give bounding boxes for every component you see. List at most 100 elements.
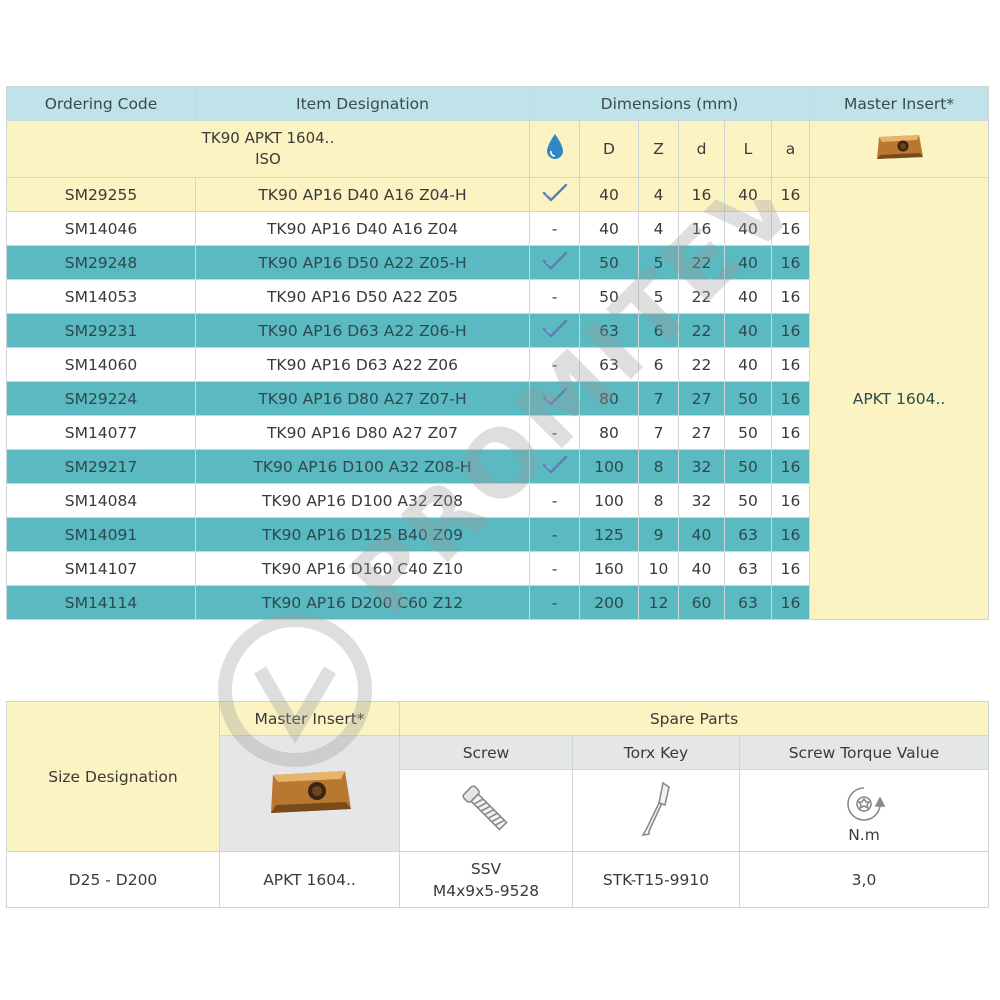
dim-D-cell: 100 — [579, 483, 639, 518]
dim-D-cell: 63 — [579, 347, 639, 382]
torque-header: Screw Torque Value — [738, 735, 990, 770]
dim-D-cell: 80 — [579, 381, 639, 416]
dim-Z-cell: 12 — [638, 585, 679, 620]
dim-a-cell: 16 — [770, 585, 811, 620]
spare-parts-table: Size Designation Master Insert* Spare Pa… — [6, 701, 990, 908]
item-designation-cell: TK90 AP16 D50 A22 Z05-H — [195, 245, 530, 280]
item-designation-cell: TK90 AP16 D40 A16 Z04 — [195, 211, 530, 246]
item-designation-cell: TK90 AP16 D63 A22 Z06-H — [195, 313, 530, 348]
dim-d-cell: 22 — [678, 313, 725, 348]
torx-key-image-cell — [572, 769, 740, 852]
dim-a-cell: 16 — [770, 517, 811, 552]
dim-a-cell: 16 — [770, 551, 811, 586]
dim-L-cell: 50 — [724, 449, 772, 484]
ordering-code-cell: SM14077 — [6, 415, 196, 450]
spare-parts-header: Spare Parts — [398, 701, 990, 736]
dim-D-cell: 100 — [579, 449, 639, 484]
table-row: SM29255 TK90 AP16 D40 A16 Z04-H 40 4 16 40 16 A… — [6, 177, 990, 620]
coolant-cell: - — [529, 551, 580, 586]
screw-image-cell — [399, 769, 573, 852]
coolant-header — [529, 120, 580, 178]
torx-key-icon — [641, 781, 670, 836]
col-L: L — [724, 120, 772, 178]
dim-Z-cell: 5 — [638, 279, 679, 314]
item-designation-cell: TK90 AP16 D100 A32 Z08 — [195, 483, 530, 518]
insert-value: APKT 1604.. — [219, 851, 400, 908]
dim-a-cell: 16 — [770, 381, 811, 416]
header-dimensions: Dimensions (mm) — [528, 86, 811, 121]
dim-L-cell: 40 — [724, 245, 772, 280]
iso-label: ISO — [255, 150, 281, 168]
dim-L-cell: 40 — [724, 211, 772, 246]
dim-D-cell: 63 — [579, 313, 639, 348]
item-designation-cell: TK90 AP16 D80 A27 Z07 — [195, 415, 530, 450]
size-designation-header: Size Designation — [6, 701, 220, 852]
ordering-code-cell: SM14053 — [6, 279, 196, 314]
ordering-code-cell: SM14046 — [6, 211, 196, 246]
dim-L-cell: 40 — [724, 313, 772, 348]
dim-Z-cell: 5 — [638, 245, 679, 280]
dim-a-cell: 16 — [770, 347, 811, 382]
dim-L-cell: 63 — [724, 517, 772, 552]
coolant-cell — [529, 245, 580, 280]
ordering-code-cell: SM14107 — [6, 551, 196, 586]
dim-a-cell: 16 — [770, 415, 811, 450]
ordering-code-cell: SM29217 — [6, 449, 196, 484]
ordering-code-cell: SM29231 — [6, 313, 196, 348]
screw-spec: M4x9x5-9528 — [432, 881, 540, 900]
dim-D-cell: 50 — [579, 279, 639, 314]
torx-key-header: Torx Key — [572, 735, 740, 770]
dim-Z-cell: 6 — [638, 347, 679, 382]
screw-type: SSV — [470, 859, 502, 878]
dim-Z-cell: 9 — [638, 517, 679, 552]
dim-Z-cell: 7 — [638, 415, 679, 450]
coolant-cell: - — [529, 279, 580, 314]
coolant-cell: - — [529, 517, 580, 552]
dim-d-cell: 60 — [678, 585, 725, 620]
coolant-cell — [529, 177, 580, 212]
dim-a-cell: 16 — [770, 245, 811, 280]
coolant-cell: - — [529, 211, 580, 246]
item-designation-cell: TK90 AP16 D40 A16 Z04-H — [195, 177, 530, 212]
dim-a-cell: 16 — [770, 483, 811, 518]
size-value: D25 - D200 — [6, 851, 220, 908]
tool-type-cell: TK90 APKT 1604.. ISO — [6, 120, 530, 178]
dim-d-cell: 22 — [678, 245, 725, 280]
torque-value: 3,0 — [738, 851, 990, 908]
dim-a-cell: 16 — [770, 211, 811, 246]
checkmark-icon — [542, 183, 567, 201]
dim-D-cell: 50 — [579, 245, 639, 280]
coolant-cell — [529, 381, 580, 416]
ordering-code-cell: SM29224 — [6, 381, 196, 416]
coolant-cell — [529, 313, 580, 348]
ordering-code-cell: SM14084 — [6, 483, 196, 518]
torque-icon — [847, 786, 886, 821]
dim-d-cell: 22 — [678, 279, 725, 314]
dim-Z-cell: 8 — [638, 449, 679, 484]
dim-D-cell: 125 — [579, 517, 639, 552]
dim-D-cell: 200 — [579, 585, 639, 620]
dim-L-cell: 40 — [724, 347, 772, 382]
torque-image-cell: N.m — [738, 769, 990, 852]
dim-d-cell: 40 — [678, 551, 725, 586]
item-designation-cell: TK90 AP16 D200 C60 Z12 — [195, 585, 530, 620]
coolant-cell — [529, 449, 580, 484]
dim-L-cell: 50 — [724, 415, 772, 450]
dim-Z-cell: 7 — [638, 381, 679, 416]
water-drop-icon — [546, 134, 563, 159]
ordering-code-cell: SM14060 — [6, 347, 196, 382]
dim-D-cell: 80 — [579, 415, 639, 450]
dim-a-cell: 16 — [770, 449, 811, 484]
screw-icon — [462, 784, 508, 831]
item-designation-cell: TK90 AP16 D50 A22 Z05 — [195, 279, 530, 314]
master-insert-value: APKT 1604.. — [809, 177, 990, 620]
torque-unit: N.m — [848, 825, 880, 844]
tool-type-label: TK90 APKT 1604.. — [201, 129, 335, 147]
dim-L-cell: 40 — [724, 279, 772, 314]
checkmark-icon — [542, 455, 567, 473]
item-designation-cell: TK90 AP16 D125 B40 Z09 — [195, 517, 530, 552]
dim-a-cell: 16 — [770, 177, 811, 212]
master-insert-image-cell — [219, 735, 400, 852]
coolant-cell: - — [529, 585, 580, 620]
col-a: a — [770, 120, 811, 178]
